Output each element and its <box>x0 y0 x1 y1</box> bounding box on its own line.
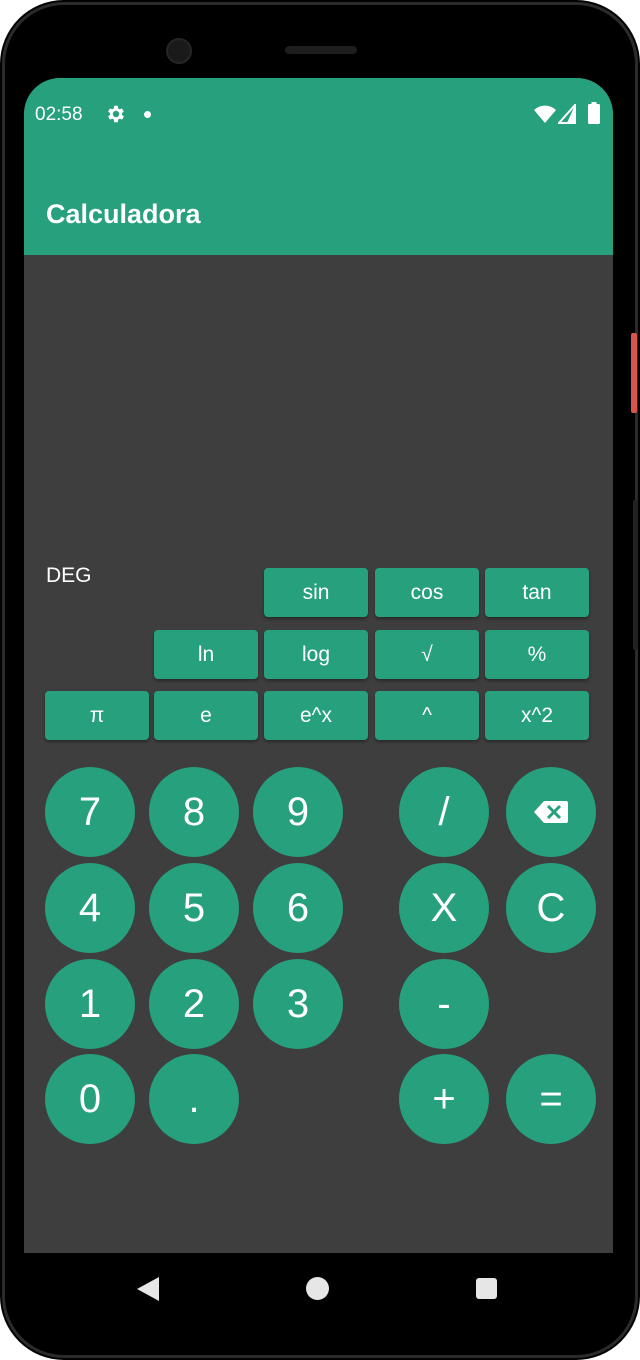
notification-dot-icon <box>144 111 151 118</box>
earpiece-speaker <box>285 46 357 54</box>
decimal-point-button[interactable]: . <box>149 1054 239 1144</box>
backspace-icon <box>534 801 568 823</box>
power-operator-button[interactable]: ^ <box>375 691 479 740</box>
digit-5-button[interactable]: 5 <box>149 863 239 953</box>
ln-button[interactable]: ln <box>154 630 258 679</box>
subtract-button[interactable]: - <box>399 959 489 1049</box>
front-camera <box>166 38 192 64</box>
gear-icon <box>108 105 124 123</box>
log-button[interactable]: log <box>264 630 368 679</box>
percent-button[interactable]: % <box>485 630 589 679</box>
digit-7-button[interactable]: 7 <box>45 767 135 857</box>
back-icon[interactable] <box>137 1277 159 1301</box>
battery-icon <box>588 102 600 124</box>
recents-icon[interactable] <box>476 1278 497 1299</box>
wifi-icon <box>534 105 556 123</box>
volume-button <box>633 500 638 650</box>
euler-button[interactable]: e <box>154 691 258 740</box>
multiply-button[interactable]: X <box>399 863 489 953</box>
digit-0-button[interactable]: 0 <box>45 1054 135 1144</box>
sqrt-button[interactable]: √ <box>375 630 479 679</box>
tan-button[interactable]: tan <box>485 568 589 617</box>
power-button <box>631 333 637 413</box>
pi-button[interactable]: π <box>45 691 149 740</box>
add-button[interactable]: + <box>399 1054 489 1144</box>
digit-9-button[interactable]: 9 <box>253 767 343 857</box>
phone-frame: 02:58 Calculadora DEG sin cos tan ln log… <box>0 0 640 1360</box>
divide-button[interactable]: / <box>399 767 489 857</box>
digit-8-button[interactable]: 8 <box>149 767 239 857</box>
digit-1-button[interactable]: 1 <box>45 959 135 1049</box>
digit-4-button[interactable]: 4 <box>45 863 135 953</box>
clear-button[interactable]: C <box>506 863 596 953</box>
angle-mode-label: DEG <box>46 564 92 587</box>
signal-icon <box>558 104 576 124</box>
exp-button[interactable]: e^x <box>264 691 368 740</box>
sin-button[interactable]: sin <box>264 568 368 617</box>
app-screen: 02:58 Calculadora DEG sin cos tan ln log… <box>24 78 613 1253</box>
equals-button[interactable]: = <box>506 1054 596 1144</box>
app-title: Calculadora <box>46 199 201 229</box>
app-bar: 02:58 Calculadora <box>24 78 613 255</box>
cos-button[interactable]: cos <box>375 568 479 617</box>
backspace-button[interactable] <box>506 767 596 857</box>
home-icon[interactable] <box>306 1277 329 1300</box>
digit-6-button[interactable]: 6 <box>253 863 343 953</box>
digit-2-button[interactable]: 2 <box>149 959 239 1049</box>
digit-3-button[interactable]: 3 <box>253 959 343 1049</box>
square-button[interactable]: x^2 <box>485 691 589 740</box>
status-time: 02:58 <box>35 104 83 125</box>
